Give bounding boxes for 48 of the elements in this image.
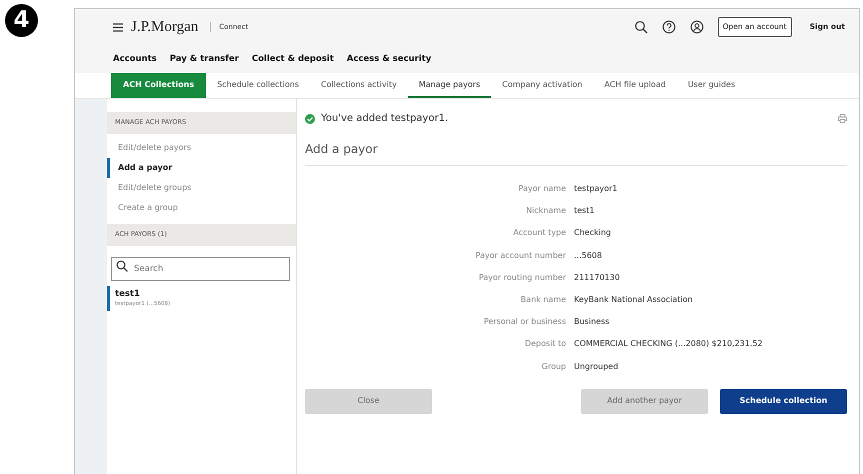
field-label: Personal or business (482, 316, 567, 328)
search-icon[interactable] (634, 20, 648, 34)
tab[interactable]: User guides (676, 73, 746, 98)
secondary-button[interactable]: Add another payor (581, 388, 708, 414)
page-title: Add a payor (305, 140, 847, 166)
field-value: Checking (574, 227, 611, 240)
nav-menu-item[interactable]: Collect & deposit (252, 52, 334, 66)
field-label: Account type (512, 227, 567, 240)
field-value: test1 (574, 205, 594, 218)
tab[interactable]: Schedule collections (206, 73, 310, 98)
schedule-collection-button[interactable]: Schedule collection (720, 388, 847, 414)
field-value: Business (574, 316, 610, 328)
field-value: ...5608 (574, 250, 602, 262)
field-label: Payor account number (474, 250, 567, 262)
field-label: Payor routing number (478, 272, 567, 284)
success-message: You've added testpayor1. (321, 112, 448, 126)
sidebar-link[interactable]: Add a payor (107, 158, 296, 178)
tab[interactable]: Collections activity (310, 73, 408, 98)
tab[interactable]: ACH file upload (593, 73, 677, 98)
field-label: Deposit to (524, 338, 567, 350)
sidebar-link[interactable]: Edit/delete payors (107, 138, 296, 158)
sidebar-link[interactable]: Create a group (107, 198, 296, 218)
menu-icon[interactable] (113, 22, 123, 32)
field-label: Payor name (517, 183, 567, 196)
nav-menu-item[interactable]: Access & security (346, 52, 432, 66)
profile-icon[interactable] (690, 20, 704, 34)
field-value: COMMERCIAL CHECKING (...2080) $210,231.52 (574, 338, 763, 350)
nav-menu-item[interactable]: Accounts (113, 52, 157, 66)
secondary-button[interactable]: Close (305, 388, 432, 414)
search-icon (116, 260, 128, 272)
section-tab[interactable]: ACH Collections (111, 73, 206, 98)
field-label: Group (540, 360, 567, 373)
field-label: Nickname (525, 205, 567, 218)
tab[interactable]: Manage payors (408, 73, 492, 98)
field-label: Bank name (520, 294, 567, 306)
field-value: KeyBank National Association (574, 294, 693, 306)
success-check-icon (305, 114, 315, 124)
field-value: Ungrouped (574, 360, 618, 373)
tab[interactable]: Company activation (491, 73, 594, 98)
brand-logo[interactable]: J.P.Morgan (131, 16, 198, 38)
printer-icon[interactable] (838, 114, 847, 123)
sidebar-link[interactable]: Edit/delete groups (107, 178, 296, 198)
field-value: 211170130 (574, 272, 620, 284)
field-value: testpayor1 (574, 183, 618, 196)
help-icon[interactable] (662, 20, 676, 34)
step-number-badge: 4 (5, 4, 38, 37)
search-field[interactable]: Search (111, 256, 290, 280)
nav-menu-item[interactable]: Pay & transfer (170, 52, 239, 66)
